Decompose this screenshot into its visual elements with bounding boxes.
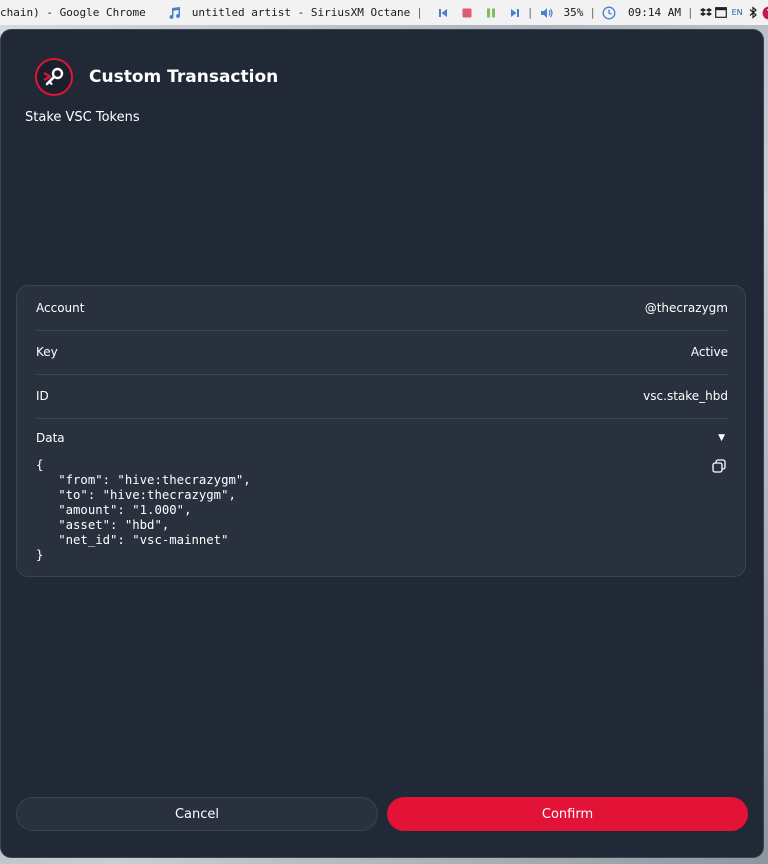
transaction-subtitle: Stake VSC Tokens xyxy=(25,110,140,125)
caret-down-icon[interactable]: ▼ xyxy=(718,433,725,443)
account-value: @thecrazygm xyxy=(644,301,728,315)
dropbox-icon[interactable] xyxy=(699,7,712,19)
volume-level: 35% xyxy=(563,6,584,19)
separator: | xyxy=(416,6,423,19)
system-taskbar: chain) - Google Chrome untitled artist -… xyxy=(0,0,768,25)
dialog-header: Custom Transaction xyxy=(35,58,278,96)
music-note-icon[interactable] xyxy=(168,6,182,20)
window-title: chain) - Google Chrome xyxy=(0,6,146,19)
separator: | xyxy=(686,6,694,19)
copy-icon[interactable] xyxy=(711,458,727,474)
data-toggle[interactable]: Data ▼ xyxy=(36,426,728,450)
data-label: Data xyxy=(36,431,65,445)
id-value: vsc.stake_hbd xyxy=(643,389,728,403)
window-icon[interactable] xyxy=(714,7,727,18)
confirm-button[interactable]: Confirm xyxy=(387,797,748,831)
transaction-details-card: Account @thecrazygm Key Active ID vsc.st… xyxy=(16,285,746,577)
app-tray-icon[interactable] xyxy=(762,6,768,20)
custom-transaction-dialog: Custom Transaction Stake VSC Tokens Acco… xyxy=(1,30,763,857)
separator: | xyxy=(526,6,534,19)
previous-track-icon[interactable] xyxy=(437,7,449,19)
data-json: { "from": "hive:thecrazygm", "to": "hive… xyxy=(36,458,251,562)
stop-icon[interactable] xyxy=(461,7,473,19)
next-track-icon[interactable] xyxy=(509,7,521,19)
bluetooth-icon[interactable] xyxy=(748,6,758,19)
id-row: ID vsc.stake_hbd xyxy=(36,374,728,419)
clock-icon xyxy=(602,6,616,20)
id-label: ID xyxy=(36,389,49,403)
account-row: Account @thecrazygm xyxy=(36,286,728,331)
clock-time: 09:14 AM xyxy=(628,6,681,19)
key-icon xyxy=(35,58,73,96)
key-row: Key Active xyxy=(36,330,728,375)
separator: | xyxy=(589,6,596,19)
key-value: Active xyxy=(690,345,728,359)
volume-icon[interactable] xyxy=(540,7,554,19)
keyboard-layout[interactable]: EN xyxy=(732,8,743,17)
now-playing: untitled artist - SiriusXM Octane xyxy=(191,6,411,19)
account-label: Account xyxy=(36,301,85,315)
cancel-button[interactable]: Cancel xyxy=(16,797,378,831)
dialog-title: Custom Transaction xyxy=(89,67,279,87)
pause-icon[interactable] xyxy=(485,7,497,19)
key-label: Key xyxy=(36,345,58,359)
